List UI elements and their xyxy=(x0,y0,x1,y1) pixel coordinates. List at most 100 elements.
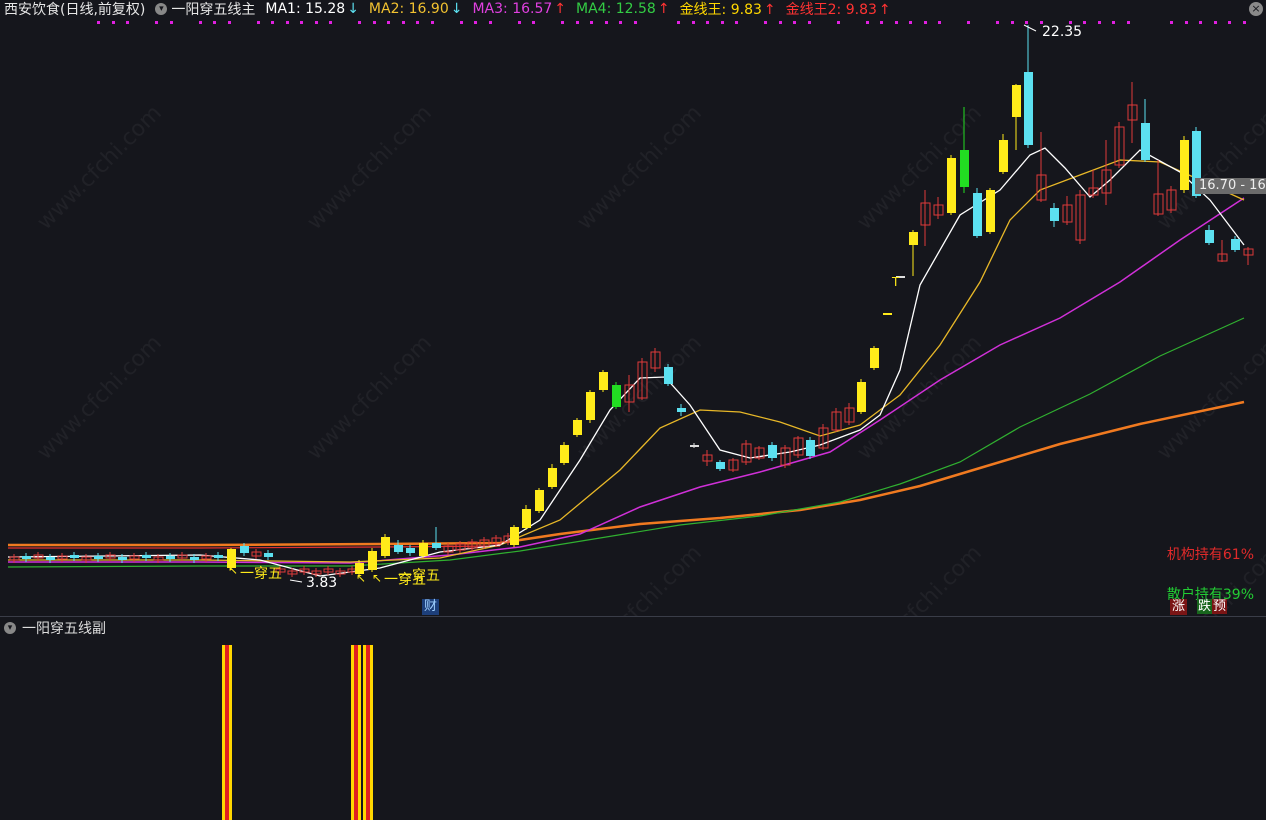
chevron-down-icon[interactable]: ▾ xyxy=(4,622,16,634)
rise-badge[interactable]: 涨 xyxy=(1170,599,1188,615)
watermark-text: www.cfchi.com xyxy=(572,541,706,616)
candle-body xyxy=(560,445,569,463)
finance-badge[interactable]: 财 xyxy=(422,599,440,615)
candle xyxy=(883,313,892,315)
watermark-text: www.cfchi.com xyxy=(852,541,986,616)
signal-dot xyxy=(431,21,434,24)
signal-dot xyxy=(1185,21,1188,24)
signal-dot xyxy=(474,21,477,24)
signal-dot xyxy=(228,21,231,24)
candle-body xyxy=(1012,85,1021,117)
candle xyxy=(612,382,621,409)
candle-body xyxy=(522,509,531,528)
signal-dot xyxy=(286,21,289,24)
candle-body xyxy=(716,462,725,469)
indicator-name[interactable]: 一阳穿五线主 xyxy=(171,0,255,19)
signal-dot xyxy=(909,21,912,24)
signal-dot xyxy=(416,21,419,24)
signal-dot xyxy=(387,21,390,24)
signal-dot xyxy=(126,21,129,24)
low-pointer xyxy=(289,579,303,583)
signal-dot xyxy=(402,21,405,24)
signal-dot xyxy=(634,21,637,24)
candle-body xyxy=(70,555,79,558)
candle xyxy=(368,548,377,572)
cross-arrow-icon: ↖ xyxy=(228,563,238,577)
signal-dot xyxy=(155,21,158,24)
candle-body xyxy=(947,158,956,213)
candle-body xyxy=(909,232,918,245)
candle-body xyxy=(548,468,557,487)
candle-body xyxy=(46,557,55,560)
candle xyxy=(1075,190,1086,244)
sub-panel-header: ▾ 一阳穿五线副 xyxy=(4,619,106,637)
stock-title[interactable]: 西安饮食(日线,前复权) xyxy=(4,0,145,19)
main-candlestick-chart[interactable]: www.cfchi.com www.cfchi.com www.cfchi.com w… xyxy=(0,0,1266,616)
signal-bar-inner xyxy=(354,645,358,820)
watermark-text: www.cfchi.com xyxy=(302,331,436,465)
candle-body xyxy=(214,555,223,558)
candle-body xyxy=(1024,72,1033,145)
candle xyxy=(999,134,1008,174)
candle-body xyxy=(406,548,415,553)
watermark-text: www.cfchi.com xyxy=(32,331,166,465)
candle xyxy=(522,505,531,530)
signal-dot xyxy=(532,21,535,24)
candle xyxy=(728,458,739,472)
signal-dot xyxy=(576,21,579,24)
candle xyxy=(793,436,804,458)
candle xyxy=(1101,140,1112,205)
watermark-text: www.cfchi.com xyxy=(302,101,436,235)
watermark-text: www.cfchi.com xyxy=(1152,101,1266,235)
candle-body xyxy=(240,546,249,553)
candle-body xyxy=(166,556,175,559)
candle-body xyxy=(768,445,777,458)
signal-dot xyxy=(692,21,695,24)
signal-bar xyxy=(351,645,361,820)
candle xyxy=(1012,84,1021,150)
ma4-value: MA4: 12.58 ↑ xyxy=(576,1,670,17)
candle xyxy=(573,418,582,437)
candle xyxy=(754,446,765,460)
candle xyxy=(870,346,879,370)
candle xyxy=(933,197,944,219)
sub-indicator-chart[interactable] xyxy=(0,617,1266,820)
candle xyxy=(690,443,699,448)
cross-arrow-icon: ↖ xyxy=(372,571,382,585)
sub-panel-title[interactable]: 一阳穿五线副 xyxy=(22,618,106,638)
chevron-down-icon[interactable]: ▾ xyxy=(155,3,168,15)
candle xyxy=(857,379,866,414)
signal-dot xyxy=(866,21,869,24)
signal-dot xyxy=(779,21,782,24)
fall-badge: 跌 xyxy=(1197,599,1213,614)
close-icon[interactable]: × xyxy=(1249,2,1263,16)
signal-dot xyxy=(924,21,927,24)
signal-dot xyxy=(996,21,999,24)
candle xyxy=(702,450,713,466)
signal-dot xyxy=(358,21,361,24)
candle xyxy=(677,404,686,416)
candle xyxy=(818,424,829,450)
candle xyxy=(548,464,557,489)
candle xyxy=(599,370,608,392)
candle xyxy=(664,364,673,386)
candle-body xyxy=(1205,230,1214,243)
candle-body xyxy=(986,190,995,232)
candle xyxy=(716,460,725,471)
watermark-text: www.cfchi.com xyxy=(1152,331,1266,465)
candle xyxy=(768,442,777,461)
signal-dot xyxy=(1127,21,1130,24)
signal-dot xyxy=(735,21,738,24)
candle-body xyxy=(806,440,815,456)
signal-bar-inner xyxy=(366,645,370,820)
candle-body xyxy=(599,372,608,390)
forecast-badge[interactable]: 跌预 xyxy=(1197,599,1228,615)
candle xyxy=(443,543,454,555)
predict-badge: 预 xyxy=(1212,599,1228,614)
signal-dot xyxy=(721,21,724,24)
candle xyxy=(586,390,595,423)
last-price-label: 16.70 - 16 xyxy=(1195,178,1266,194)
candle-body xyxy=(677,408,686,412)
ma1-value: MA1: 15.28 ↓ xyxy=(265,1,359,17)
candle-body xyxy=(573,420,582,435)
